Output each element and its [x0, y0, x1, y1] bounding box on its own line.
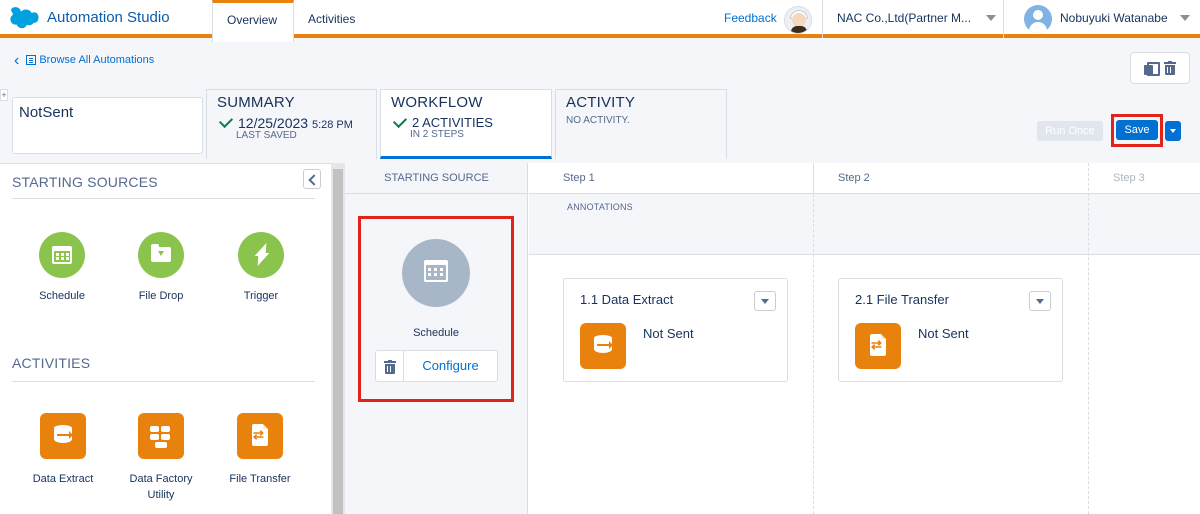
chevron-left-icon: ‹ [14, 51, 20, 69]
org-switcher[interactable]: NAC Co.,Ltd(Partner M... [837, 11, 987, 25]
folder-download-icon [151, 244, 171, 262]
activity-card-menu-button[interactable] [754, 291, 776, 311]
source-label: Trigger [243, 290, 279, 302]
user-menu[interactable]: Nobuyuki Watanabe [1060, 11, 1168, 25]
data-extract-icon [580, 323, 626, 369]
source-schedule[interactable]: Schedule [22, 232, 102, 302]
browse-label: Browse All Automations [39, 54, 155, 66]
activity-card-status: Not Sent [643, 326, 694, 341]
check-icon [218, 113, 234, 129]
toolbar-actions [1130, 52, 1190, 84]
activity-file-transfer[interactable]: File Transfer [215, 413, 305, 487]
calendar-icon [424, 260, 448, 282]
summary-tab[interactable]: SUMMARY 12/25/2023 5:28 PM LAST SAVED [206, 89, 377, 159]
activity-tab[interactable]: ACTIVITY NO ACTIVITY. [555, 89, 727, 159]
automation-name-field[interactable]: NotSent [12, 97, 203, 154]
divider [12, 381, 315, 382]
schedule-source-icon[interactable] [402, 239, 470, 307]
tab-overview[interactable]: Overview [212, 0, 294, 42]
column-divider [813, 194, 814, 514]
file-transfer-icon [855, 323, 901, 369]
delete-source-button[interactable] [375, 350, 404, 382]
workflow-count: 2 ACTIVITIES [412, 115, 493, 130]
activity-value: NO ACTIVITY. [566, 115, 630, 126]
source-label: Schedule [39, 290, 85, 302]
activity-card-data-extract[interactable]: 1.1 Data Extract Not Sent [563, 278, 788, 382]
user-dropdown-icon[interactable] [1180, 15, 1190, 21]
expand-icon[interactable]: + [0, 89, 8, 101]
source-trigger[interactable]: Trigger [221, 232, 301, 302]
feedback-link[interactable]: Feedback [724, 11, 777, 25]
save-dropdown-button[interactable] [1165, 121, 1181, 141]
trash-icon [384, 360, 396, 374]
starting-sources-heading: STARTING SOURCES [12, 174, 158, 190]
step-1-header: Step 1 [529, 163, 813, 194]
activities-heading: ACTIVITIES [12, 355, 91, 371]
workflow-title: WORKFLOW [391, 94, 483, 111]
user-avatar-icon[interactable] [1024, 5, 1052, 33]
schedule-source-label: Schedule [413, 327, 459, 339]
activity-card-file-transfer[interactable]: 2.1 File Transfer Not Sent [838, 278, 1063, 382]
last-saved-time: 5:28 PM [311, 119, 353, 131]
list-icon [26, 55, 37, 65]
activity-title: ACTIVITY [566, 94, 636, 111]
top-header: Automation Studio Overview Activities Fe… [0, 0, 1200, 42]
app-title: Automation Studio [47, 9, 170, 26]
calendar-icon [52, 246, 72, 264]
save-button[interactable]: Save [1116, 120, 1158, 140]
activity-label: Data Extract [32, 473, 94, 485]
check-icon [392, 113, 408, 128]
collapse-panel-button[interactable] [303, 169, 321, 189]
divider [12, 198, 315, 199]
copy-icon[interactable] [1144, 61, 1160, 76]
header-divider [1003, 0, 1004, 38]
column-divider [813, 163, 814, 194]
step-3-header: Step 3 [1089, 163, 1200, 194]
delete-icon[interactable] [1164, 61, 1176, 75]
org-dropdown-icon[interactable] [986, 15, 996, 21]
palette-scrollbar[interactable] [331, 163, 345, 514]
last-saved-caption: LAST SAVED [236, 130, 297, 141]
activity-label: Data Factory Utility [129, 473, 193, 501]
activity-label: File Transfer [229, 473, 291, 485]
last-saved-date: 12/25/2023 [238, 115, 309, 131]
activity-card-menu-button[interactable] [1029, 291, 1051, 311]
tab-activities[interactable]: Activities [294, 0, 369, 38]
data-extract-icon [54, 425, 73, 447]
source-label: File Drop [138, 290, 184, 302]
browse-all-automations-link[interactable]: ‹ Browse All Automations [14, 51, 155, 69]
activity-card-title: 2.1 File Transfer [855, 292, 949, 307]
data-factory-icon [150, 425, 172, 448]
source-file-drop[interactable]: File Drop [121, 232, 201, 302]
activity-data-factory-utility[interactable]: Data Factory Utility [116, 413, 206, 503]
file-transfer-icon [252, 424, 268, 446]
annotations-label: ANNOTATIONS [567, 202, 633, 212]
activity-card-status: Not Sent [918, 326, 969, 341]
salesforce-cloud-icon [10, 7, 39, 29]
lightning-bolt-icon [252, 243, 270, 267]
activity-data-extract[interactable]: Data Extract [18, 413, 108, 487]
activity-card-title: 1.1 Data Extract [580, 292, 674, 307]
configure-button[interactable]: Configure [403, 350, 498, 382]
starting-source-header: STARTING SOURCE [345, 163, 528, 194]
summary-title: SUMMARY [217, 94, 295, 111]
workflow-caption: IN 2 STEPS [410, 129, 464, 140]
column-divider [1088, 163, 1089, 514]
header-divider [822, 0, 823, 38]
run-once-button[interactable]: Run Once [1037, 121, 1103, 141]
astro-avatar-icon[interactable] [784, 6, 812, 34]
step-2-header: Step 2 [813, 163, 1089, 194]
workflow-tab[interactable]: WORKFLOW 2 ACTIVITIES IN 2 STEPS [380, 89, 552, 159]
